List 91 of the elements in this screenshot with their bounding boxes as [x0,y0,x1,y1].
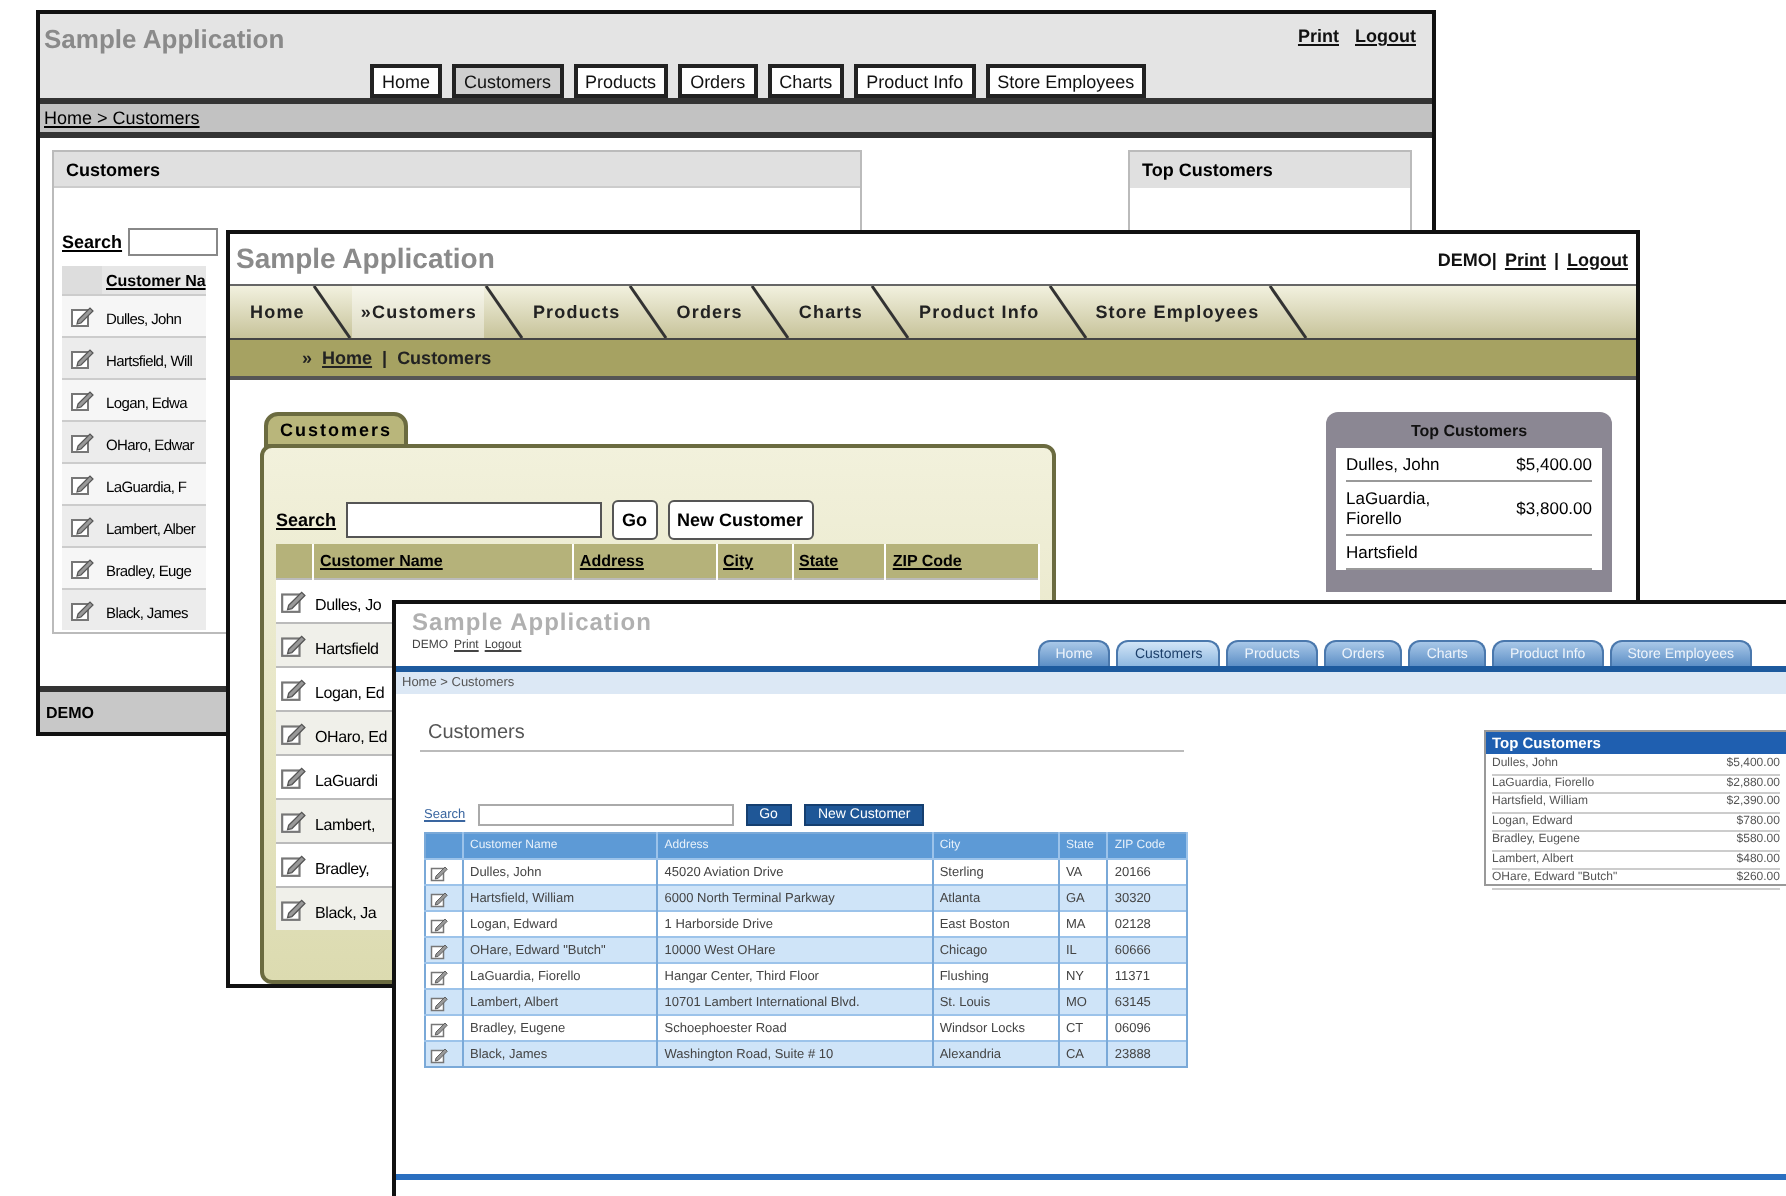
panel-title: Top Customers [1408,420,1530,444]
edit-icon[interactable] [70,556,94,580]
nav-tab[interactable]: Store Employees [1087,286,1268,339]
table-cell: Lambert, [313,815,375,833]
column-header[interactable]: Customer Name [313,544,573,579]
panel-title: Customers [54,152,860,188]
edit-icon[interactable] [280,896,306,922]
nav-tab[interactable]: »Customers [352,286,485,339]
app-title: Sample Application [412,608,652,636]
tab-separator-icon [750,286,791,339]
edit-icon[interactable] [70,472,94,496]
edit-icon[interactable] [280,808,306,834]
edit-icon[interactable] [70,388,94,412]
edit-icon[interactable] [280,852,306,878]
nav-tab[interactable]: Products [573,64,669,98]
nav-tab[interactable]: Store Employees [985,64,1147,98]
breadcrumb-text: Customers [397,348,492,369]
nav-tab[interactable]: Orders [678,64,758,98]
edit-icon[interactable] [430,863,448,881]
tab-separator-icon [870,286,911,339]
header-link[interactable]: Logout [1355,26,1416,46]
search-link[interactable]: Search [276,510,337,530]
table-cell: Dulles, Jo [313,595,382,613]
panel-title: Top Customers [1130,152,1410,188]
edit-icon[interactable] [430,889,448,907]
nav-tab[interactable]: Charts [790,286,871,339]
column-header[interactable]: State [792,544,886,579]
header-link[interactable]: Logout [1567,249,1628,270]
edit-icon[interactable] [70,346,94,370]
footer-text: DEMO [46,703,94,721]
edit-icon[interactable] [280,588,306,614]
edit-icon[interactable] [430,993,448,1011]
edit-icon[interactable] [430,941,448,959]
edit-icon[interactable] [70,514,94,538]
header-link[interactable]: Print [1297,26,1339,46]
column-header[interactable]: City [716,544,793,579]
edit-icon[interactable] [430,1045,448,1063]
edit-icon[interactable] [70,598,94,622]
edit-icon[interactable] [430,1019,448,1037]
customer-name: LaGuardia, Fiorello [1346,488,1433,528]
breadcrumb-link[interactable]: Home > Customers [44,108,200,128]
search-link[interactable]: Search [62,232,123,252]
column-header[interactable]: Address [572,544,717,579]
app-title: Sample Application [44,24,285,54]
header-text: DEMO| [1437,249,1497,270]
header-link[interactable]: Print [1504,249,1546,270]
edit-icon[interactable] [430,915,448,933]
nav-tab[interactable]: Home [370,64,443,98]
nav-tab[interactable]: Orders [668,286,751,339]
nav-tab[interactable]: Product Info [910,286,1048,339]
nav-tab[interactable]: Product Info [854,64,976,98]
nav-tab[interactable]: Home [242,286,313,339]
table-cell: Hartsfield [313,639,379,657]
column-header[interactable]: ZIP Code [885,544,1039,579]
amount: $5,400.00 [1516,454,1592,474]
breadcrumb-text: | [382,348,388,369]
edit-icon[interactable] [280,632,306,658]
tab-separator-icon [1047,286,1088,339]
tab-separator-icon [628,286,669,339]
breadcrumb-link[interactable]: Home [322,348,373,369]
breadcrumb-text: » [302,348,313,369]
edit-icon[interactable] [280,764,306,790]
search-field[interactable] [477,804,734,826]
action-button[interactable]: Go [612,500,658,540]
nav-tab[interactable]: Charts [767,64,845,98]
tab-separator-icon [1267,286,1308,339]
edit-icon[interactable] [280,676,306,702]
tab-separator-icon [484,286,525,339]
edit-icon[interactable] [430,967,448,985]
table-cell: Black, Ja [313,903,377,921]
customer-name: Dulles, John [1346,454,1440,474]
search-field[interactable] [346,502,603,538]
app-title: Sample Application [236,241,495,274]
customer-name: Hartsfield [1346,542,1418,562]
header-text: | [1553,249,1559,270]
edit-icon[interactable] [280,720,306,746]
table-cell: Bradley, [313,859,370,877]
action-button[interactable]: New Customer [667,500,814,540]
nav-tab[interactable]: Products [524,286,629,339]
panel-title: Customers [420,714,1184,752]
edit-icon[interactable] [70,304,94,328]
edit-icon[interactable] [70,430,94,454]
panel-title: Customers [264,412,409,448]
table-cell: LaGuardi [313,771,378,789]
search-field[interactable] [128,228,219,256]
tab-separator-icon [312,286,353,339]
table-cell: OHaro, Ed [313,727,387,745]
column-header[interactable]: Customer Na [102,266,206,295]
nav-tab[interactable]: Customers [452,64,564,98]
table-cell: Logan, Ed [313,683,385,701]
amount: $3,800.00 [1516,498,1592,518]
